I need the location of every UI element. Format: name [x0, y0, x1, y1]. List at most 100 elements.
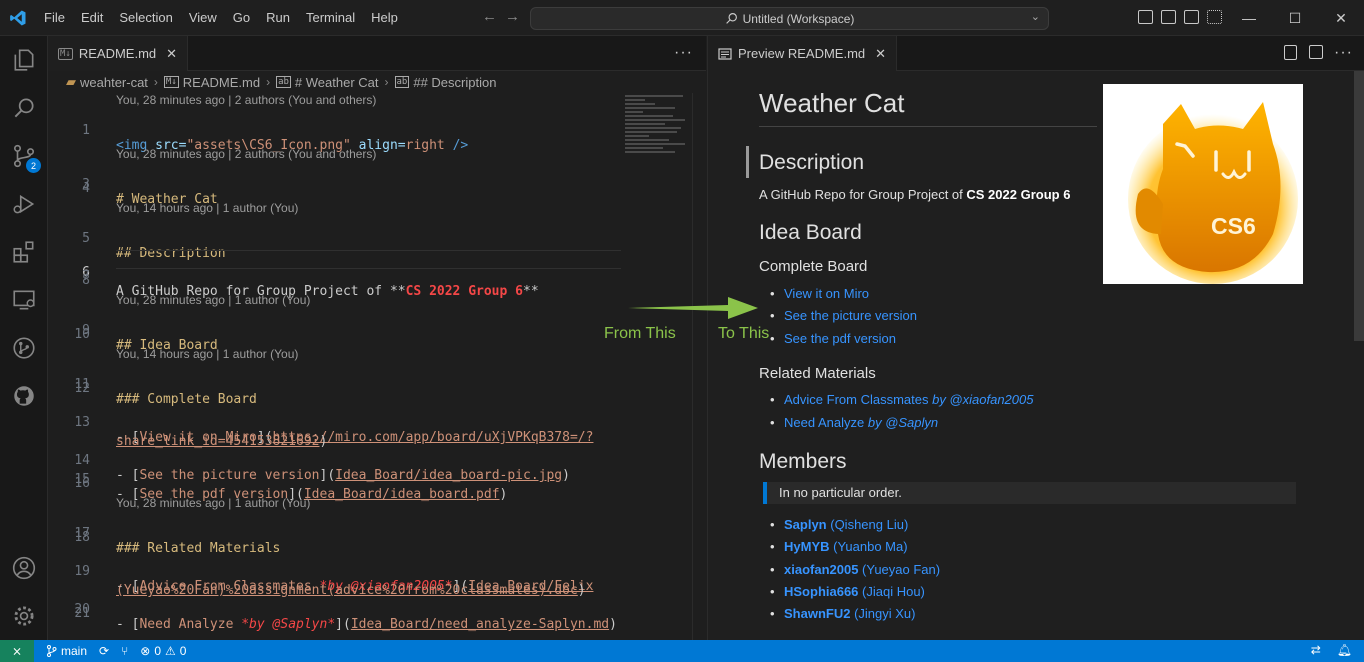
forward-arrow-icon[interactable]: →: [505, 8, 520, 25]
toggle-secondary-sidebar-icon[interactable]: [1184, 10, 1199, 24]
activity-bar: 2: [0, 36, 48, 640]
scm-badge: 2: [26, 158, 41, 173]
toggle-panel-icon[interactable]: [1161, 10, 1176, 24]
warning-icon: ⚠: [165, 644, 176, 658]
split-editor-icon[interactable]: [1309, 45, 1323, 59]
tab-preview-readme[interactable]: Preview README.md ✕: [708, 36, 898, 71]
toggle-primary-sidebar-icon[interactable]: [1138, 10, 1153, 24]
preview-scrollbar-thumb[interactable]: [1354, 71, 1364, 341]
member-link[interactable]: HyMYB (Yuanbo Ma): [770, 539, 908, 554]
markdown-file-icon: M↓: [163, 76, 179, 88]
account-icon[interactable]: [0, 544, 48, 592]
breadcrumb: ▰ weahter-cat › M↓ README.md › ab # Weat…: [48, 71, 706, 93]
menu-file[interactable]: File: [36, 0, 73, 36]
git-lens[interactable]: You, 28 minutes ago | 1 author (You): [116, 293, 310, 307]
github-icon[interactable]: [0, 372, 48, 420]
line-number: 8: [82, 273, 90, 288]
preview-h2-members: Members: [759, 450, 847, 473]
git-lens[interactable]: You, 14 hours ago | 1 author (You): [116, 201, 298, 215]
chevron-right-icon: ›: [384, 75, 389, 89]
breadcrumb-folder[interactable]: weahter-cat: [80, 75, 148, 90]
git-lens[interactable]: You, 28 minutes ago | 1 author (You): [116, 496, 310, 510]
close-tab-icon[interactable]: ✕: [875, 46, 886, 62]
git-lens[interactable]: You, 14 hours ago | 1 author (You): [116, 347, 298, 361]
notifications-bell-icon[interactable]: 🔔︎: [1337, 643, 1352, 657]
menu-help[interactable]: Help: [363, 0, 406, 36]
minimize-button[interactable]: —: [1226, 0, 1272, 36]
breadcrumb-h1[interactable]: # Weather Cat: [295, 75, 379, 90]
minimap[interactable]: [625, 93, 689, 183]
live-share-icon[interactable]: ⇄: [1311, 643, 1321, 657]
link-picture-version[interactable]: See the picture version: [770, 308, 917, 323]
line-number: 10: [74, 327, 90, 342]
menu-view[interactable]: View: [181, 0, 225, 36]
search-view-icon[interactable]: [0, 84, 48, 132]
h1-divider: [759, 126, 1097, 127]
git-lens[interactable]: You, 28 minutes ago | 2 authors (You and…: [116, 93, 376, 107]
menu-go[interactable]: Go: [225, 0, 258, 36]
markdown-preview: Weather Cat CS6 Description A GitHub Rep…: [707, 71, 1364, 640]
close-tab-icon[interactable]: ✕: [166, 46, 177, 62]
extensions-icon[interactable]: [0, 228, 48, 276]
settings-gear-icon[interactable]: [0, 592, 48, 640]
more-actions-icon[interactable]: ···: [674, 44, 693, 62]
more-actions-icon[interactable]: ···: [1334, 44, 1353, 62]
breadcrumb-file[interactable]: README.md: [183, 75, 260, 90]
menu-edit[interactable]: Edit: [73, 0, 111, 36]
git-graph-icon[interactable]: [0, 324, 48, 372]
link-view-miro[interactable]: View it on Miro: [770, 286, 869, 301]
search-icon: [725, 13, 737, 24]
member-link[interactable]: HSophia666 (Jiaqi Hou): [770, 584, 925, 599]
annotation-arrow: [628, 297, 758, 319]
command-center[interactable]: Untitled (Workspace) ⌄: [530, 7, 1049, 30]
chevron-down-icon[interactable]: ⌄: [1031, 10, 1040, 23]
title-bar: File Edit Selection View Go Run Terminal…: [0, 0, 1364, 36]
maximize-button[interactable]: ☐: [1272, 0, 1318, 36]
sync-icon[interactable]: ⟳: [99, 644, 109, 658]
tab-label: Preview README.md: [738, 46, 866, 61]
customize-layout-icon[interactable]: [1207, 10, 1222, 24]
member-link[interactable]: xiaofan2005 (Yueyao Fan): [770, 562, 940, 577]
menu-run[interactable]: Run: [258, 0, 298, 36]
line-number: 4: [82, 181, 90, 196]
line-number: 21: [74, 606, 90, 621]
link-pdf-version[interactable]: See the pdf version: [770, 331, 896, 346]
member-link[interactable]: ShawnFU2 (Jingyi Xu): [770, 606, 915, 621]
git-lens[interactable]: You, 28 minutes ago | 2 authors (You and…: [116, 147, 376, 161]
annotation-from: From This: [604, 325, 676, 342]
line-number: 1: [82, 123, 90, 138]
open-source-icon[interactable]: [1284, 45, 1297, 60]
git-graph-status-icon[interactable]: ⑂: [121, 644, 128, 658]
tab-readme[interactable]: M↓ README.md ✕: [48, 36, 189, 71]
member-link[interactable]: Saplyn (Qisheng Liu): [770, 517, 908, 532]
vscode-logo-icon: [0, 0, 36, 36]
members-blockquote: In no particular order.: [763, 482, 1296, 504]
preview-h3-related: Related Materials: [759, 365, 876, 382]
tab-label: README.md: [78, 46, 157, 61]
active-section-marker: [746, 146, 749, 178]
remote-indicator-icon[interactable]: ⨯: [0, 640, 34, 662]
branch-icon: [47, 645, 57, 657]
back-arrow-icon[interactable]: ←: [482, 8, 497, 25]
annotation-to: To This: [718, 325, 770, 342]
editor-scrollbar[interactable]: [692, 93, 706, 640]
preview-h2-idea-board: Idea Board: [759, 221, 862, 244]
source-control-icon[interactable]: 2: [0, 132, 48, 180]
close-window-button[interactable]: ✕: [1318, 0, 1364, 36]
link-need-analyze[interactable]: Need Analyze by @Saplyn: [770, 415, 938, 430]
explorer-icon[interactable]: [0, 36, 48, 84]
menu-bar: File Edit Selection View Go Run Terminal…: [36, 0, 406, 36]
chevron-right-icon: ›: [153, 75, 158, 89]
link-advice-classmates[interactable]: Advice From Classmates by @xiaofan2005: [770, 392, 1034, 407]
preview-icon: [718, 47, 732, 60]
menu-selection[interactable]: Selection: [111, 0, 180, 36]
menu-terminal[interactable]: Terminal: [298, 0, 363, 36]
code-editor[interactable]: You, 28 minutes ago | 2 authors (You and…: [48, 93, 692, 640]
logo-text: CS6: [1211, 213, 1256, 239]
run-debug-icon[interactable]: [0, 180, 48, 228]
branch-indicator[interactable]: main: [46, 644, 87, 658]
breadcrumb-h2[interactable]: ## Description: [413, 75, 496, 90]
problems-indicator[interactable]: ⊗ 0 ⚠ 0: [140, 644, 186, 658]
error-icon: ⊗: [140, 644, 151, 658]
remote-explorer-icon[interactable]: [0, 276, 48, 324]
